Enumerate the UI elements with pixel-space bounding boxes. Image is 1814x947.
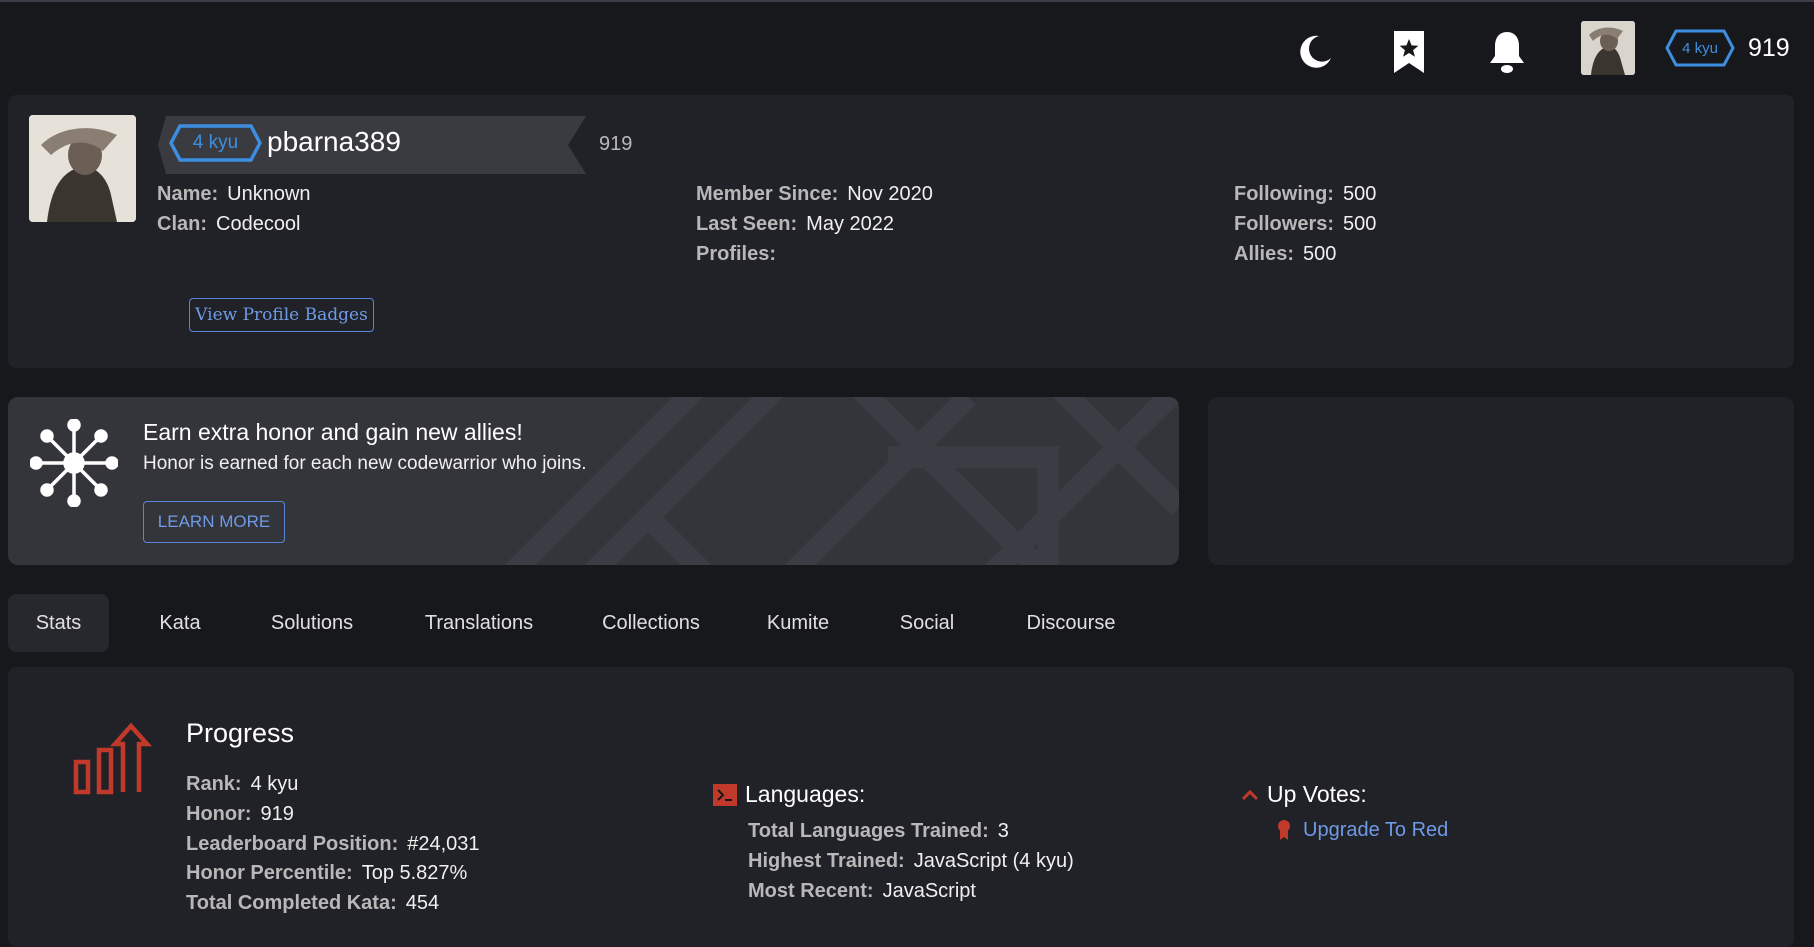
bookmark-star-icon[interactable] [1387, 28, 1431, 76]
learn-more-button[interactable]: LEARN MORE [143, 501, 285, 543]
upgrade-to-red-link[interactable]: Upgrade To Red [1303, 819, 1448, 842]
rank-badge-label: 4 kyu [1682, 39, 1718, 57]
tab-solutions[interactable]: Solutions [252, 594, 372, 652]
field-member-since: Member Since: Nov 2020 [696, 183, 933, 205]
tab-stats[interactable]: Stats [8, 594, 109, 652]
languages-title: Languages: [745, 781, 866, 807]
stat-rank: Rank: 4 kyu [186, 773, 299, 795]
profile-avatar [29, 115, 136, 222]
moon-icon[interactable] [1293, 28, 1337, 76]
field-followers[interactable]: Followers: 500 [1234, 213, 1376, 236]
honor-count: 919 [1748, 34, 1790, 62]
field-clan: Clan: Codecool [157, 213, 301, 235]
upvotes-heading: Up Votes: [1241, 781, 1367, 808]
profile-rank: 4 kyu [192, 132, 239, 153]
tab-discourse[interactable]: Discourse [1006, 594, 1136, 652]
stat-total-completed-kata: Total Completed Kata: 454 [186, 892, 440, 914]
bell-icon[interactable] [1485, 28, 1529, 76]
view-profile-badges-button[interactable]: View Profile Badges [189, 298, 374, 332]
field-last-seen: Last Seen: May 2022 [696, 213, 894, 235]
chevron-up-icon [1241, 789, 1259, 800]
stat-most-recent: Most Recent: JavaScript [748, 880, 976, 902]
ribbon-icon [1278, 820, 1290, 840]
tab-kumite[interactable]: Kumite [748, 594, 848, 652]
field-name: Name: Unknown [157, 183, 311, 205]
languages-heading: Languages: [713, 781, 865, 808]
stat-highest-trained: Highest Trained: JavaScript (4 kyu) [748, 850, 1074, 872]
tab-kata[interactable]: Kata [138, 594, 222, 652]
tab-translations[interactable]: Translations [404, 594, 554, 652]
profile-card: 4 kyu pbarna389 919 Name: Unknown Clan: Co… [8, 95, 1794, 368]
field-allies[interactable]: Allies: 500 [1234, 243, 1336, 266]
user-avatar[interactable] [1581, 21, 1635, 75]
network-icon [30, 419, 118, 507]
promo-subtitle: Honor is earned for each new codewarrior… [143, 453, 587, 474]
side-panel [1208, 397, 1794, 565]
username: pbarna389 [267, 126, 401, 157]
stat-leaderboard-position: Leaderboard Position: #24,031 [186, 833, 480, 855]
stat-total-languages: Total Languages Trained: 3 [748, 820, 1009, 842]
stat-honor: Honor: 919 [186, 803, 294, 825]
field-following[interactable]: Following: 500 [1234, 183, 1376, 206]
referral-promo-banner: Earn extra honor and gain new allies! Ho… [8, 397, 1179, 565]
promo-title: Earn extra honor and gain new allies! [143, 419, 523, 445]
stat-honor-percentile: Honor Percentile: Top 5.827% [186, 862, 468, 884]
tab-social[interactable]: Social [880, 594, 974, 652]
progress-title: Progress [186, 718, 295, 748]
rank-badge[interactable]: 4 kyu [1664, 28, 1736, 68]
top-navigation-bar: 4 kyu 919 [0, 0, 1814, 95]
tab-collections[interactable]: Collections [586, 594, 716, 652]
field-profiles: Profiles: [696, 243, 777, 265]
profile-honor: 919 [599, 133, 633, 155]
upvotes-title: Up Votes: [1267, 781, 1367, 807]
terminal-icon [713, 783, 737, 806]
progress-chart-icon [73, 722, 153, 795]
